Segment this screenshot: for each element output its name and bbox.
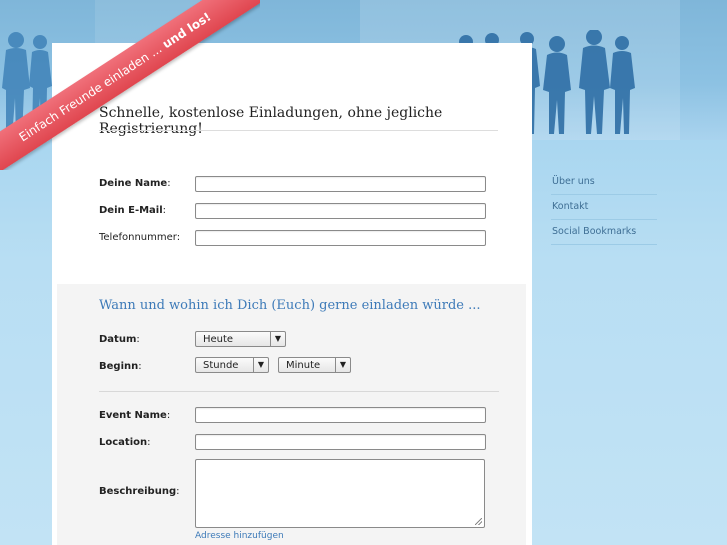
promo-ribbon: Einfach Freunde einladen ... und los! [0, 0, 260, 170]
chevron-down-icon: ▼ [335, 358, 350, 372]
date-select[interactable]: Heute ▼ [195, 331, 286, 347]
hour-select-value: Stunde [203, 360, 239, 371]
nav-item-social-bookmarks[interactable]: Social Bookmarks [551, 220, 657, 245]
event-section: Wann und wohin ich Dich (Euch) gerne ein… [57, 284, 526, 545]
event-name-label: Event Name: [99, 410, 171, 421]
divider [99, 391, 499, 392]
phone-label: Telefonnummer: [99, 232, 181, 243]
date-label: Datum: [99, 334, 140, 345]
name-label: Deine Name: [99, 178, 171, 189]
ribbon-emphasis: und los! [159, 9, 214, 52]
description-label: Beschreibung: [99, 486, 180, 497]
phone-input[interactable] [195, 230, 486, 246]
date-select-value: Heute [203, 334, 234, 345]
email-input[interactable] [195, 203, 486, 219]
location-label: Location: [99, 437, 151, 448]
ribbon-container: Einfach Freunde einladen ... und los! [0, 0, 260, 170]
minute-select-value: Minute [286, 360, 321, 371]
description-textarea[interactable] [195, 459, 485, 528]
chevron-down-icon: ▼ [270, 332, 285, 346]
name-input[interactable] [195, 176, 486, 192]
email-label: Dein E-Mail: [99, 205, 167, 216]
section-title: Wann und wohin ich Dich (Euch) gerne ein… [99, 298, 481, 313]
ribbon-text: Einfach Freunde einladen ... [16, 41, 165, 145]
nav-item-kontakt[interactable]: Kontakt [551, 195, 657, 220]
begin-label: Beginn: [99, 361, 142, 372]
event-name-input[interactable] [195, 407, 486, 423]
minute-select[interactable]: Minute ▼ [278, 357, 351, 373]
add-address-link[interactable]: Adresse hinzufügen [195, 531, 284, 541]
hour-select[interactable]: Stunde ▼ [195, 357, 269, 373]
resize-handle-icon[interactable] [475, 518, 482, 525]
nav-item-ueber-uns[interactable]: Über uns [551, 170, 657, 195]
location-input[interactable] [195, 434, 486, 450]
sidebar-nav: Über uns Kontakt Social Bookmarks [551, 170, 657, 245]
chevron-down-icon: ▼ [253, 358, 268, 372]
